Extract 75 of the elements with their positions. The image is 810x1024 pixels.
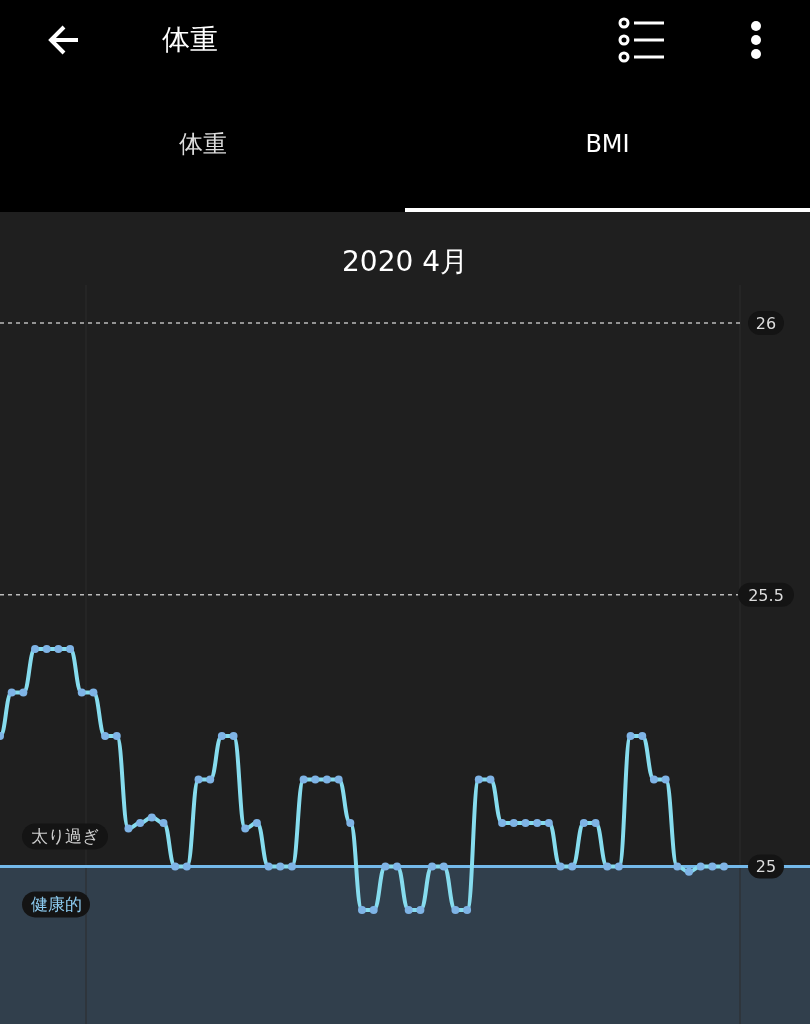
data-point [287, 862, 296, 871]
data-point [0, 732, 4, 740]
more-icon[interactable] [750, 20, 762, 60]
data-point [708, 862, 717, 871]
data-point [276, 862, 285, 871]
data-point [229, 732, 238, 740]
data-point [89, 688, 98, 697]
data-point [451, 905, 460, 914]
y-tick-label: 25 [755, 857, 777, 877]
zone-label: 太り過ぎ [22, 823, 108, 850]
screen-title: 体重 [162, 22, 218, 58]
data-point [19, 688, 28, 697]
data-point [358, 905, 366, 914]
data-point [66, 645, 75, 654]
data-point [299, 775, 308, 784]
data-point [498, 818, 507, 827]
data-point [264, 862, 273, 871]
data-point [614, 862, 623, 871]
data-point [521, 818, 530, 827]
data-point [124, 824, 133, 833]
data-point [54, 645, 63, 654]
data-point [194, 775, 203, 784]
data-point [568, 862, 577, 871]
data-point [369, 905, 378, 914]
data-point [252, 818, 261, 827]
data-point [463, 905, 472, 914]
data-point [31, 645, 40, 654]
data-point [346, 818, 355, 827]
data-point [638, 732, 647, 740]
data-point [171, 862, 180, 871]
data-point [696, 862, 705, 871]
data-point [322, 775, 331, 784]
data-point [649, 775, 658, 784]
data-point [182, 862, 191, 871]
y-tick-label: 26 [755, 314, 777, 334]
data-point [159, 818, 168, 827]
data-point [556, 862, 565, 871]
data-point [626, 732, 635, 740]
data-point [404, 905, 413, 914]
data-point [486, 775, 495, 784]
data-point [7, 688, 16, 697]
chart-title: 2020 4月 [341, 244, 469, 280]
data-point [136, 818, 145, 827]
y-tick-label: 25.5 [748, 585, 784, 605]
data-point [428, 862, 437, 871]
data-point [311, 775, 320, 784]
data-point [334, 775, 343, 784]
data-point [147, 813, 156, 822]
axis-tick-label: 25 [748, 854, 784, 879]
data-point [579, 818, 588, 827]
data-point [416, 905, 425, 914]
data-point [241, 824, 250, 833]
data-point [439, 862, 448, 871]
axis-tick-label: 25.5 [738, 582, 794, 607]
data-point [42, 645, 51, 654]
data-point [393, 862, 402, 871]
zone-label: 健康的 [22, 891, 90, 918]
data-point [603, 862, 612, 871]
data-point [509, 818, 518, 827]
data-point [673, 862, 682, 871]
data-point [544, 818, 553, 827]
data-point [206, 775, 215, 784]
axis-tick-label: 26 [748, 311, 784, 336]
list-icon[interactable] [618, 17, 666, 63]
data-point [381, 862, 390, 871]
data-point [591, 818, 600, 827]
data-point [474, 775, 483, 784]
data-point [77, 688, 86, 697]
data-point [661, 775, 670, 784]
data-point [684, 867, 693, 876]
data-point [101, 732, 110, 740]
data-point [217, 732, 226, 740]
data-point [533, 818, 542, 827]
data-point [720, 862, 728, 871]
data-point [112, 732, 121, 740]
